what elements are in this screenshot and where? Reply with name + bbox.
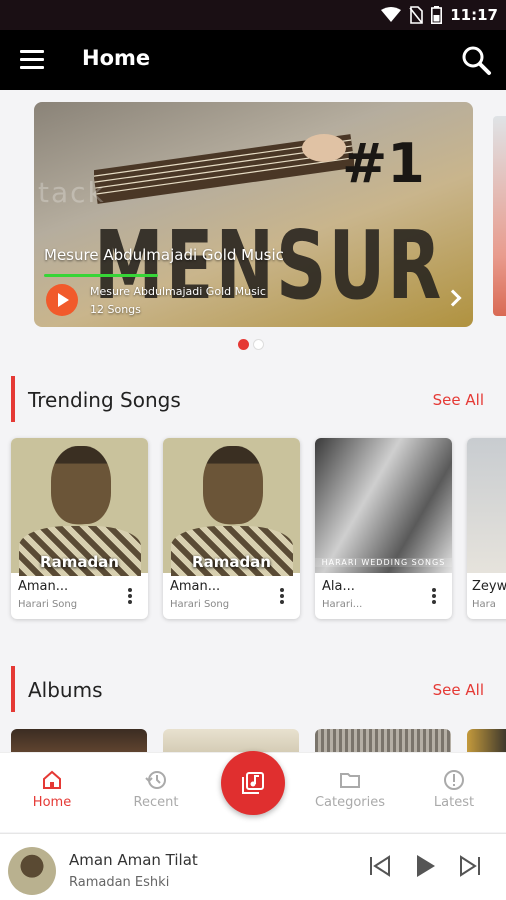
section-accent-bar <box>11 666 15 712</box>
menu-icon[interactable] <box>20 50 44 70</box>
song-card[interactable]: Zeyw Hara <box>467 438 506 619</box>
battery-icon <box>431 6 443 24</box>
next-banner-peek[interactable] <box>493 116 506 316</box>
search-icon[interactable] <box>460 44 492 76</box>
play-icon[interactable] <box>412 853 438 879</box>
artwork-caption: Ramadan <box>192 553 271 571</box>
artwork-caption: HARARI WEDDING SONGS <box>315 558 452 567</box>
banner-progress-bar <box>44 274 158 277</box>
player-artist: Ramadan Eshki <box>69 875 170 890</box>
mini-player[interactable]: Aman Aman Tilat Ramadan Eshki <box>0 833 506 900</box>
banner-title: Mesure Abdulmajadi Gold Music <box>44 246 284 264</box>
artwork-caption: Ramadan <box>40 553 119 571</box>
nav-home-label: Home <box>32 795 72 810</box>
song-category: Harari Song <box>170 599 230 610</box>
song-artwork: Ramadan <box>11 438 148 576</box>
song-artwork <box>467 438 506 573</box>
carousel-dot[interactable] <box>238 339 249 350</box>
song-card[interactable]: Ramadan Aman... Harari Song <box>11 438 148 619</box>
alert-circle-icon <box>444 770 464 790</box>
nav-recent[interactable]: Recent <box>106 769 206 810</box>
song-category: Hara <box>472 599 496 610</box>
albums-title: Albums <box>28 678 103 702</box>
folder-icon <box>340 773 360 788</box>
more-vert-icon[interactable] <box>128 588 132 604</box>
trending-see-all-link[interactable]: See All <box>433 391 484 409</box>
history-icon <box>145 771 166 789</box>
carousel-dot[interactable] <box>253 339 264 350</box>
page-title: Home <box>82 46 151 70</box>
player-title: Aman Aman Tilat <box>69 851 198 869</box>
song-title: Aman... <box>18 579 69 594</box>
nav-recent-label: Recent <box>133 795 179 810</box>
nav-categories-label: Categories <box>314 795 386 810</box>
chevron-right-icon[interactable] <box>444 289 462 307</box>
banner-subtitle: Mesure Abdulmajadi Gold Music <box>90 285 266 298</box>
skip-next-icon[interactable] <box>457 853 483 879</box>
more-vert-icon[interactable] <box>280 588 284 604</box>
home-icon <box>43 770 61 789</box>
song-title: Aman... <box>170 579 221 594</box>
banner-watermark: tack <box>38 176 106 209</box>
song-category: Harari Song <box>18 599 78 610</box>
song-card[interactable]: HARARI WEDDING SONGS Ala... Harari... <box>315 438 452 619</box>
song-title: Zeyw <box>472 579 506 594</box>
carousel-indicator <box>238 339 264 350</box>
status-time: 11:17 <box>450 6 498 24</box>
player-artwork <box>8 847 56 895</box>
play-icon[interactable] <box>46 284 78 316</box>
music-library-button[interactable] <box>221 751 285 815</box>
song-card[interactable]: Ramadan Aman... Harari Song <box>163 438 300 619</box>
nav-latest-label: Latest <box>433 795 475 810</box>
section-accent-bar <box>11 376 15 422</box>
nav-home[interactable]: Home <box>2 769 102 810</box>
banner-song-count: 12 Songs <box>90 303 141 316</box>
nav-latest[interactable]: Latest <box>404 769 504 810</box>
song-artwork: HARARI WEDDING SONGS <box>315 438 452 573</box>
no-sim-icon <box>409 6 424 24</box>
song-artwork: Ramadan <box>163 438 300 576</box>
albums-see-all-link[interactable]: See All <box>433 681 484 699</box>
app-bar: Home <box>0 30 506 90</box>
banner-artwork-number: #1 <box>342 132 425 195</box>
song-category: Harari... <box>322 599 363 610</box>
skip-previous-icon[interactable] <box>367 853 393 879</box>
nav-categories[interactable]: Categories <box>300 769 400 810</box>
trending-title: Trending Songs <box>28 388 181 412</box>
featured-banner[interactable]: tack #1 MENSUR Mesure Abdulmajadi Gold M… <box>34 102 473 327</box>
status-icons: 11:17 <box>381 5 498 25</box>
music-library-icon <box>242 772 264 794</box>
more-vert-icon[interactable] <box>432 588 436 604</box>
status-bar: 11:17 <box>0 0 506 30</box>
banner-artwork-text: MENSUR <box>94 210 444 321</box>
wifi-icon <box>381 7 402 22</box>
song-title: Ala... <box>322 579 355 594</box>
